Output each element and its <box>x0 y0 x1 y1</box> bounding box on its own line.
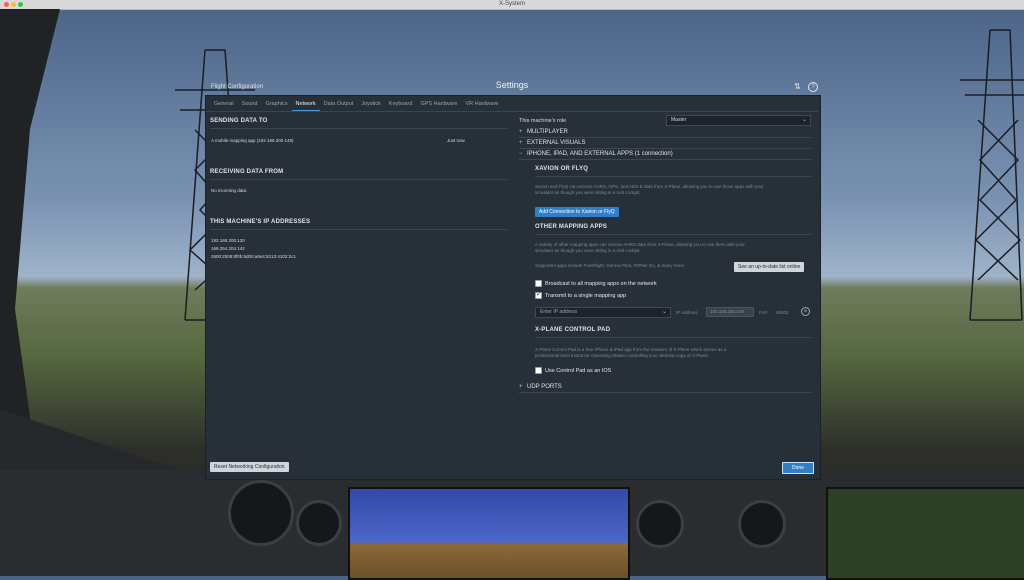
help-icon[interactable]: ? <box>808 82 818 92</box>
gauge <box>636 500 684 548</box>
divider <box>519 137 811 138</box>
plus-icon: + <box>519 129 523 135</box>
divider <box>535 234 811 235</box>
use-control-pad-label: Use Control Pad as an IOS <box>545 367 612 374</box>
reset-networking-button[interactable]: Reset Networking Configuration <box>210 462 289 472</box>
tab-divider <box>206 111 818 112</box>
ip-address: 2600:2b08:8f0b:5d00:a9e4:5213:4102:2c1 <box>211 254 296 259</box>
multi-function-display <box>826 487 1024 580</box>
tab-graphics[interactable]: Graphics <box>261 100 291 111</box>
chevron-down-icon: ⌄ <box>801 117 807 123</box>
port-label: Port <box>759 310 768 315</box>
gauge <box>228 480 294 546</box>
machine-role-label: This machine's role <box>519 118 567 124</box>
done-button[interactable]: Done <box>782 462 814 474</box>
port-field[interactable]: 49002 <box>776 310 789 315</box>
close-icon[interactable]: × <box>801 307 810 316</box>
receiving-item: No incoming data. <box>211 188 248 193</box>
sending-time: Just now <box>447 138 465 143</box>
tab-keyboard[interactable]: Keyboard <box>385 100 417 111</box>
broadcast-checkbox[interactable]: Broadcast to all mapping apps on the net… <box>535 280 657 287</box>
plus-icon: + <box>519 140 523 146</box>
checkbox-box <box>535 367 542 374</box>
see-list-button[interactable]: See an up-to-date list online <box>734 262 805 272</box>
minus-icon: − <box>519 151 523 157</box>
settings-dialog <box>205 95 821 480</box>
tab-gps-hardware[interactable]: GPS Hardware <box>416 100 461 111</box>
control-pad-description: professional level Instructor Operating … <box>535 353 710 358</box>
other-mapping-description: A variety of other mapping apps can rece… <box>535 242 745 247</box>
divider <box>210 179 507 180</box>
chevron-down-icon: ⌄ <box>661 309 667 315</box>
divider <box>519 148 811 149</box>
ip-address-label: IP Address <box>676 310 698 315</box>
divider <box>519 392 811 393</box>
iphone-apps-expander[interactable]: − IPHONE, IPAD, AND EXTERNAL APPS (1 conn… <box>519 151 673 157</box>
broadcast-label: Broadcast to all mapping apps on the net… <box>545 280 657 287</box>
ip-address-field[interactable]: 192.168.200.149 <box>706 307 754 317</box>
gauge <box>296 500 342 546</box>
control-pad-title: X-PLANE CONTROL PAD <box>535 327 611 333</box>
tab-general[interactable]: General <box>210 100 238 111</box>
sending-data-title: SENDING DATA TO <box>210 118 268 124</box>
tab-vr-hardware[interactable]: VR Hardware <box>461 100 502 111</box>
divider <box>210 128 507 129</box>
checkbox-box <box>535 291 542 299</box>
receiving-data-title: RECEIVING DATA FROM <box>210 169 284 175</box>
other-mapping-title: OTHER MAPPING APPS <box>535 224 608 230</box>
ip-addresses-title: THIS MACHINE'S IP ADDRESSES <box>210 219 311 225</box>
xavion-description: simulator as though you were sitting in … <box>535 190 641 195</box>
iphone-apps-label: IPHONE, IPAD, AND EXTERNAL APPS (1 conne… <box>527 151 673 157</box>
udp-ports-label: UDP PORTS <box>527 384 562 390</box>
divider <box>519 159 811 160</box>
machine-role-value: Master <box>671 117 687 123</box>
tab-network[interactable]: Network <box>291 100 320 111</box>
multiplayer-label: MULTIPLAYER <box>527 129 568 135</box>
settings-title: Settings <box>495 80 529 90</box>
other-mapping-description: simulator as though you were sitting in … <box>535 248 641 253</box>
divider <box>210 229 507 230</box>
machine-role-select[interactable]: Master ⌄ <box>666 115 811 126</box>
settings-tabs: General Sound Graphics Network Data Outp… <box>210 100 502 111</box>
ip-address-select[interactable]: Enter IP address ⌄ <box>535 307 671 318</box>
xavion-title: XAVION OR FLYQ <box>535 166 589 172</box>
transmit-label: Transmit to a single mapping app <box>545 292 627 299</box>
tab-sound[interactable]: Sound <box>238 100 262 111</box>
divider <box>535 337 811 338</box>
primary-flight-display <box>348 487 630 580</box>
window-title: X-System <box>498 1 525 7</box>
sliders-icon[interactable]: ⇅ <box>794 82 801 91</box>
multiplayer-expander[interactable]: + MULTIPLAYER <box>519 129 568 135</box>
xavion-description: Xavion and FlyQ can receive AHRS, GPS, a… <box>535 184 764 189</box>
gauge <box>738 500 786 548</box>
transmit-checkbox[interactable]: Transmit to a single mapping app <box>535 291 627 299</box>
power-tower-right <box>960 29 1024 321</box>
control-pad-description: X-Plane Control Pad is a free iPhone & i… <box>535 347 727 352</box>
tab-data-output[interactable]: Data Output <box>320 100 358 111</box>
tab-joystick[interactable]: Joystick <box>357 100 385 111</box>
external-visuals-expander[interactable]: + EXTERNAL VISUALS <box>519 140 585 146</box>
checkbox-box <box>535 280 542 287</box>
ip-address: 192.168.200.130 <box>211 238 245 243</box>
udp-ports-expander[interactable]: + UDP PORTS <box>519 384 562 390</box>
ip-address: 169.254.204.142 <box>211 246 245 251</box>
external-visuals-label: EXTERNAL VISUALS <box>527 140 586 146</box>
supported-apps-text: Supported apps include ForeFlight, Garmi… <box>535 263 686 268</box>
sending-item: A mobile mapping app (192.168.200.149) <box>211 138 294 143</box>
divider <box>535 176 811 177</box>
add-connection-button[interactable]: Add Connection to Xavion or FlyQ <box>535 207 619 217</box>
instrument-panel-left <box>0 470 205 576</box>
ip-select-placeholder: Enter IP address <box>540 309 578 315</box>
plus-icon: + <box>519 384 523 390</box>
use-control-pad-checkbox[interactable]: Use Control Pad as an IOS <box>535 367 611 374</box>
